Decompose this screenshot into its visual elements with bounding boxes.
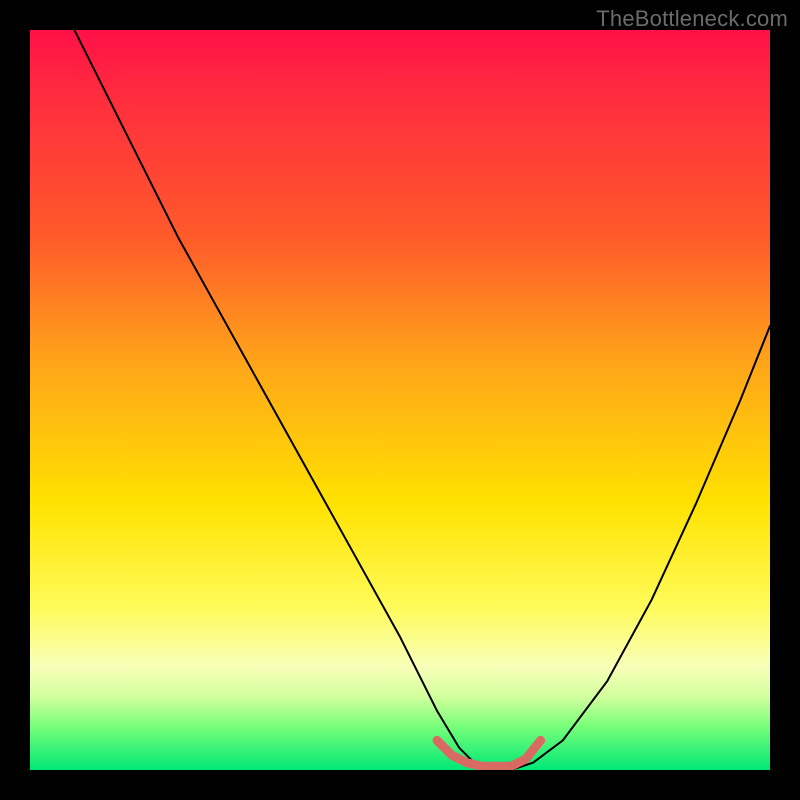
bottleneck-curve — [74, 30, 770, 770]
plot-area — [30, 30, 770, 770]
flat-minimum-highlight — [437, 740, 541, 766]
curve-layer — [30, 30, 770, 770]
outer-frame: TheBottleneck.com — [0, 0, 800, 800]
watermark-text: TheBottleneck.com — [596, 6, 788, 32]
